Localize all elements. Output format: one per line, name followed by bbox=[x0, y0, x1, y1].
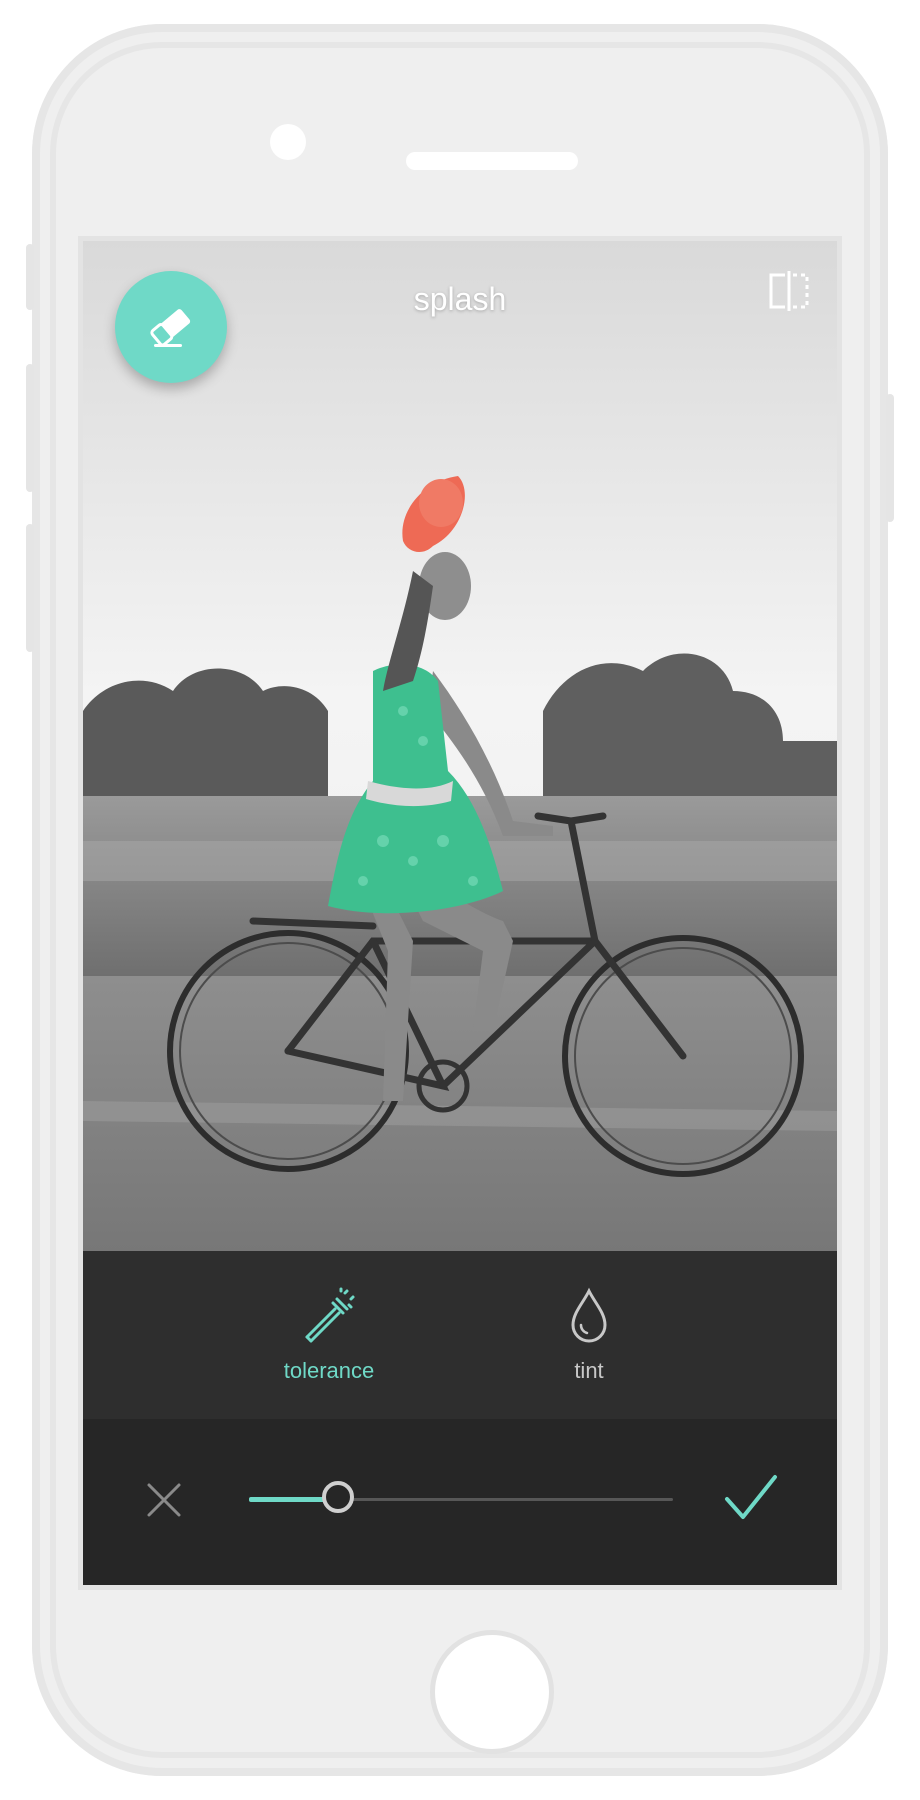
front-camera bbox=[270, 124, 306, 160]
check-icon bbox=[725, 1475, 777, 1519]
close-icon bbox=[147, 1483, 181, 1517]
tolerance-slider[interactable] bbox=[249, 1479, 673, 1519]
tool-tolerance-label: tolerance bbox=[283, 1358, 375, 1383]
drop-icon bbox=[571, 1287, 607, 1343]
volume-up-button bbox=[26, 364, 34, 492]
cancel-button[interactable] bbox=[143, 1479, 185, 1521]
photo-image bbox=[83, 241, 837, 1251]
mute-switch bbox=[26, 244, 34, 310]
compare-button[interactable] bbox=[767, 271, 811, 311]
earpiece-speaker bbox=[406, 152, 578, 170]
tool-tint-label: tint bbox=[574, 1358, 604, 1383]
app-screen: splash tolerance tint bbox=[78, 236, 842, 1590]
tool-strip: tolerance tint bbox=[83, 1251, 837, 1419]
confirm-button[interactable] bbox=[723, 1473, 779, 1523]
home-button[interactable] bbox=[430, 1630, 554, 1754]
power-button bbox=[886, 394, 894, 522]
split-compare-icon bbox=[769, 271, 809, 311]
photo-canvas[interactable]: splash bbox=[83, 241, 837, 1251]
tool-tolerance[interactable]: tolerance bbox=[239, 1287, 419, 1384]
magic-wand-icon bbox=[305, 1287, 355, 1343]
slider-knob[interactable] bbox=[322, 1481, 355, 1513]
eraser-icon bbox=[150, 309, 191, 347]
eraser-button[interactable] bbox=[115, 271, 227, 383]
control-bar bbox=[83, 1419, 837, 1585]
volume-down-button bbox=[26, 524, 34, 652]
tool-tint[interactable]: tint bbox=[499, 1287, 679, 1384]
